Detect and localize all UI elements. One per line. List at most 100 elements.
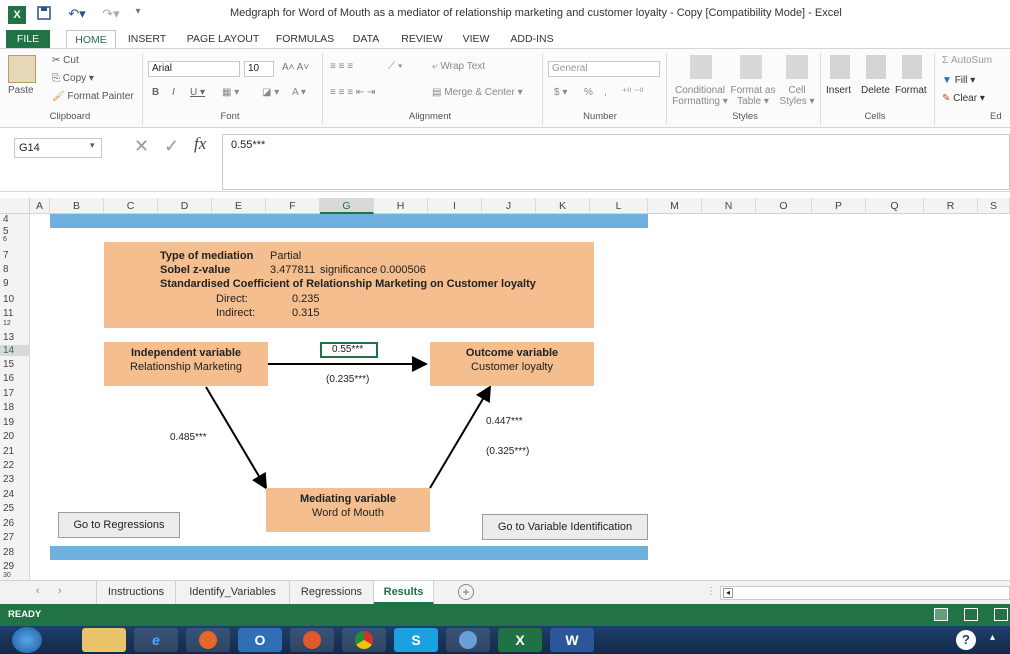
cut-button[interactable]: ✂ Cut: [52, 55, 79, 66]
format-cells-button[interactable]: Format: [895, 85, 927, 96]
start-button-icon[interactable]: [12, 627, 42, 653]
copy-button[interactable]: ⎘ Copy ▾: [52, 73, 94, 84]
enter-icon[interactable]: ✓: [164, 136, 179, 157]
redo-icon[interactable]: ↷▾: [100, 6, 122, 24]
column-header[interactable]: D: [158, 198, 212, 214]
row-header[interactable]: 8: [0, 264, 30, 275]
column-header[interactable]: Q: [866, 198, 924, 214]
row-header[interactable]: 16: [0, 373, 30, 384]
row-header[interactable]: 18: [0, 402, 30, 413]
conditional-formatting-button[interactable]: Conditional Formatting ▾: [672, 85, 728, 107]
column-header[interactable]: S: [978, 198, 1010, 214]
chrome-icon[interactable]: [342, 628, 386, 652]
autosum-button[interactable]: Σ AutoSum: [942, 55, 992, 66]
select-all-corner[interactable]: [0, 198, 30, 214]
row-header[interactable]: 26: [0, 518, 30, 529]
tab-home[interactable]: HOME: [66, 30, 116, 48]
row-header[interactable]: 12: [0, 320, 30, 327]
column-header[interactable]: E: [212, 198, 266, 214]
customize-qat-icon[interactable]: ▾: [132, 6, 144, 24]
row-header[interactable]: 11: [0, 308, 30, 319]
tab-view[interactable]: VIEW: [456, 30, 496, 48]
horizontal-scrollbar[interactable]: ◂: [720, 586, 1010, 600]
row-header[interactable]: 7: [0, 250, 30, 261]
word-taskbar-icon[interactable]: W: [550, 628, 594, 652]
scroll-left-arrow-icon[interactable]: ◂: [723, 588, 733, 598]
name-box-dropdown-icon[interactable]: ▾: [90, 140, 95, 151]
row-header[interactable]: 9: [0, 278, 30, 289]
column-header[interactable]: O: [756, 198, 812, 214]
comma-icon[interactable]: ,: [604, 87, 607, 98]
cell-styles-icon[interactable]: [786, 55, 808, 79]
tab-file[interactable]: FILE: [6, 30, 50, 48]
font-size-select[interactable]: 10: [244, 61, 274, 77]
cell-styles-button[interactable]: Cell Styles ▾: [778, 85, 816, 107]
undo-icon[interactable]: ↶▾: [66, 6, 88, 24]
page-layout-view-icon[interactable]: [964, 608, 978, 621]
row-header[interactable]: 6: [0, 236, 30, 243]
row-header[interactable]: 27: [0, 532, 30, 543]
row-header[interactable]: 23: [0, 474, 30, 485]
sheet-tab-identify-variables[interactable]: Identify_Variables: [176, 581, 290, 604]
row-header-selected[interactable]: 14: [0, 345, 30, 356]
clear-button[interactable]: ✎ Clear ▾: [942, 93, 985, 104]
column-header[interactable]: L: [590, 198, 648, 214]
fill-color-icon[interactable]: ◪ ▾: [262, 87, 279, 98]
delete-cells-icon[interactable]: [866, 55, 886, 79]
format-cells-icon[interactable]: [902, 55, 922, 79]
fill-button[interactable]: ▼ Fill ▾: [942, 75, 975, 86]
paste-icon[interactable]: [8, 55, 36, 83]
row-header[interactable]: 13: [0, 332, 30, 343]
selected-cell-g14[interactable]: 0.55***: [320, 342, 378, 358]
format-as-table-button[interactable]: Format as Table ▾: [728, 85, 778, 107]
font-grow-shrink-icon[interactable]: A˄ A˅: [282, 62, 309, 73]
formula-input[interactable]: 0.55***: [222, 134, 1010, 190]
column-header[interactable]: B: [50, 198, 104, 214]
wrap-text-button[interactable]: ⤶ Wrap Text: [432, 61, 485, 72]
firefox-icon[interactable]: [186, 628, 230, 652]
tab-formulas[interactable]: FORMULAS: [272, 30, 338, 48]
percent-icon[interactable]: %: [584, 87, 593, 98]
internet-explorer-icon[interactable]: e: [134, 628, 178, 652]
worksheet[interactable]: Type of mediation Partial Sobel z-value …: [30, 214, 1010, 580]
currency-icon[interactable]: $ ▾: [554, 87, 567, 98]
column-header[interactable]: J: [482, 198, 536, 214]
tab-add-ins[interactable]: ADD-INS: [502, 30, 562, 48]
column-header[interactable]: A: [30, 198, 50, 214]
save-icon[interactable]: [36, 6, 52, 24]
conditional-formatting-icon[interactable]: [690, 55, 712, 79]
format-painter-button[interactable]: 🖌 Format Painter: [52, 91, 134, 102]
row-header[interactable]: 20: [0, 431, 30, 442]
orientation-icon[interactable]: ⟋ ▾: [388, 61, 403, 72]
tray-arrow-icon[interactable]: ▴: [990, 632, 995, 643]
row-header[interactable]: 22: [0, 460, 30, 471]
merge-center-button[interactable]: ▤ Merge & Center ▾: [432, 87, 523, 98]
media-player-icon[interactable]: [290, 628, 334, 652]
row-header[interactable]: 19: [0, 417, 30, 428]
row-header[interactable]: 30: [0, 572, 30, 579]
font-name-select[interactable]: Arial: [148, 61, 240, 77]
row-header[interactable]: 29: [0, 561, 30, 572]
sheet-tab-regressions[interactable]: Regressions: [290, 581, 374, 604]
format-as-table-icon[interactable]: [740, 55, 762, 79]
row-header[interactable]: 24: [0, 489, 30, 500]
column-header-selected[interactable]: G: [320, 198, 374, 214]
outlook-icon[interactable]: O: [238, 628, 282, 652]
column-header[interactable]: K: [536, 198, 590, 214]
excel-taskbar-icon[interactable]: X: [498, 628, 542, 652]
insert-function-icon[interactable]: fx: [194, 134, 206, 154]
tab-data[interactable]: DATA: [344, 30, 388, 48]
row-header[interactable]: 15: [0, 359, 30, 370]
column-header[interactable]: I: [428, 198, 482, 214]
column-header[interactable]: N: [702, 198, 756, 214]
row-header[interactable]: 25: [0, 503, 30, 514]
row-header[interactable]: 21: [0, 446, 30, 457]
tab-insert[interactable]: INSERT: [122, 30, 172, 48]
go-to-regressions-button[interactable]: Go to Regressions: [58, 512, 180, 538]
align-top-icons[interactable]: ≡ ≡ ≡: [330, 61, 353, 72]
bold-icon[interactable]: B: [152, 87, 159, 98]
tab-review[interactable]: REVIEW: [394, 30, 450, 48]
row-header[interactable]: 17: [0, 388, 30, 399]
sheet-tab-results[interactable]: Results: [374, 581, 434, 604]
tab-split-handle-icon[interactable]: ⋮: [706, 586, 716, 597]
